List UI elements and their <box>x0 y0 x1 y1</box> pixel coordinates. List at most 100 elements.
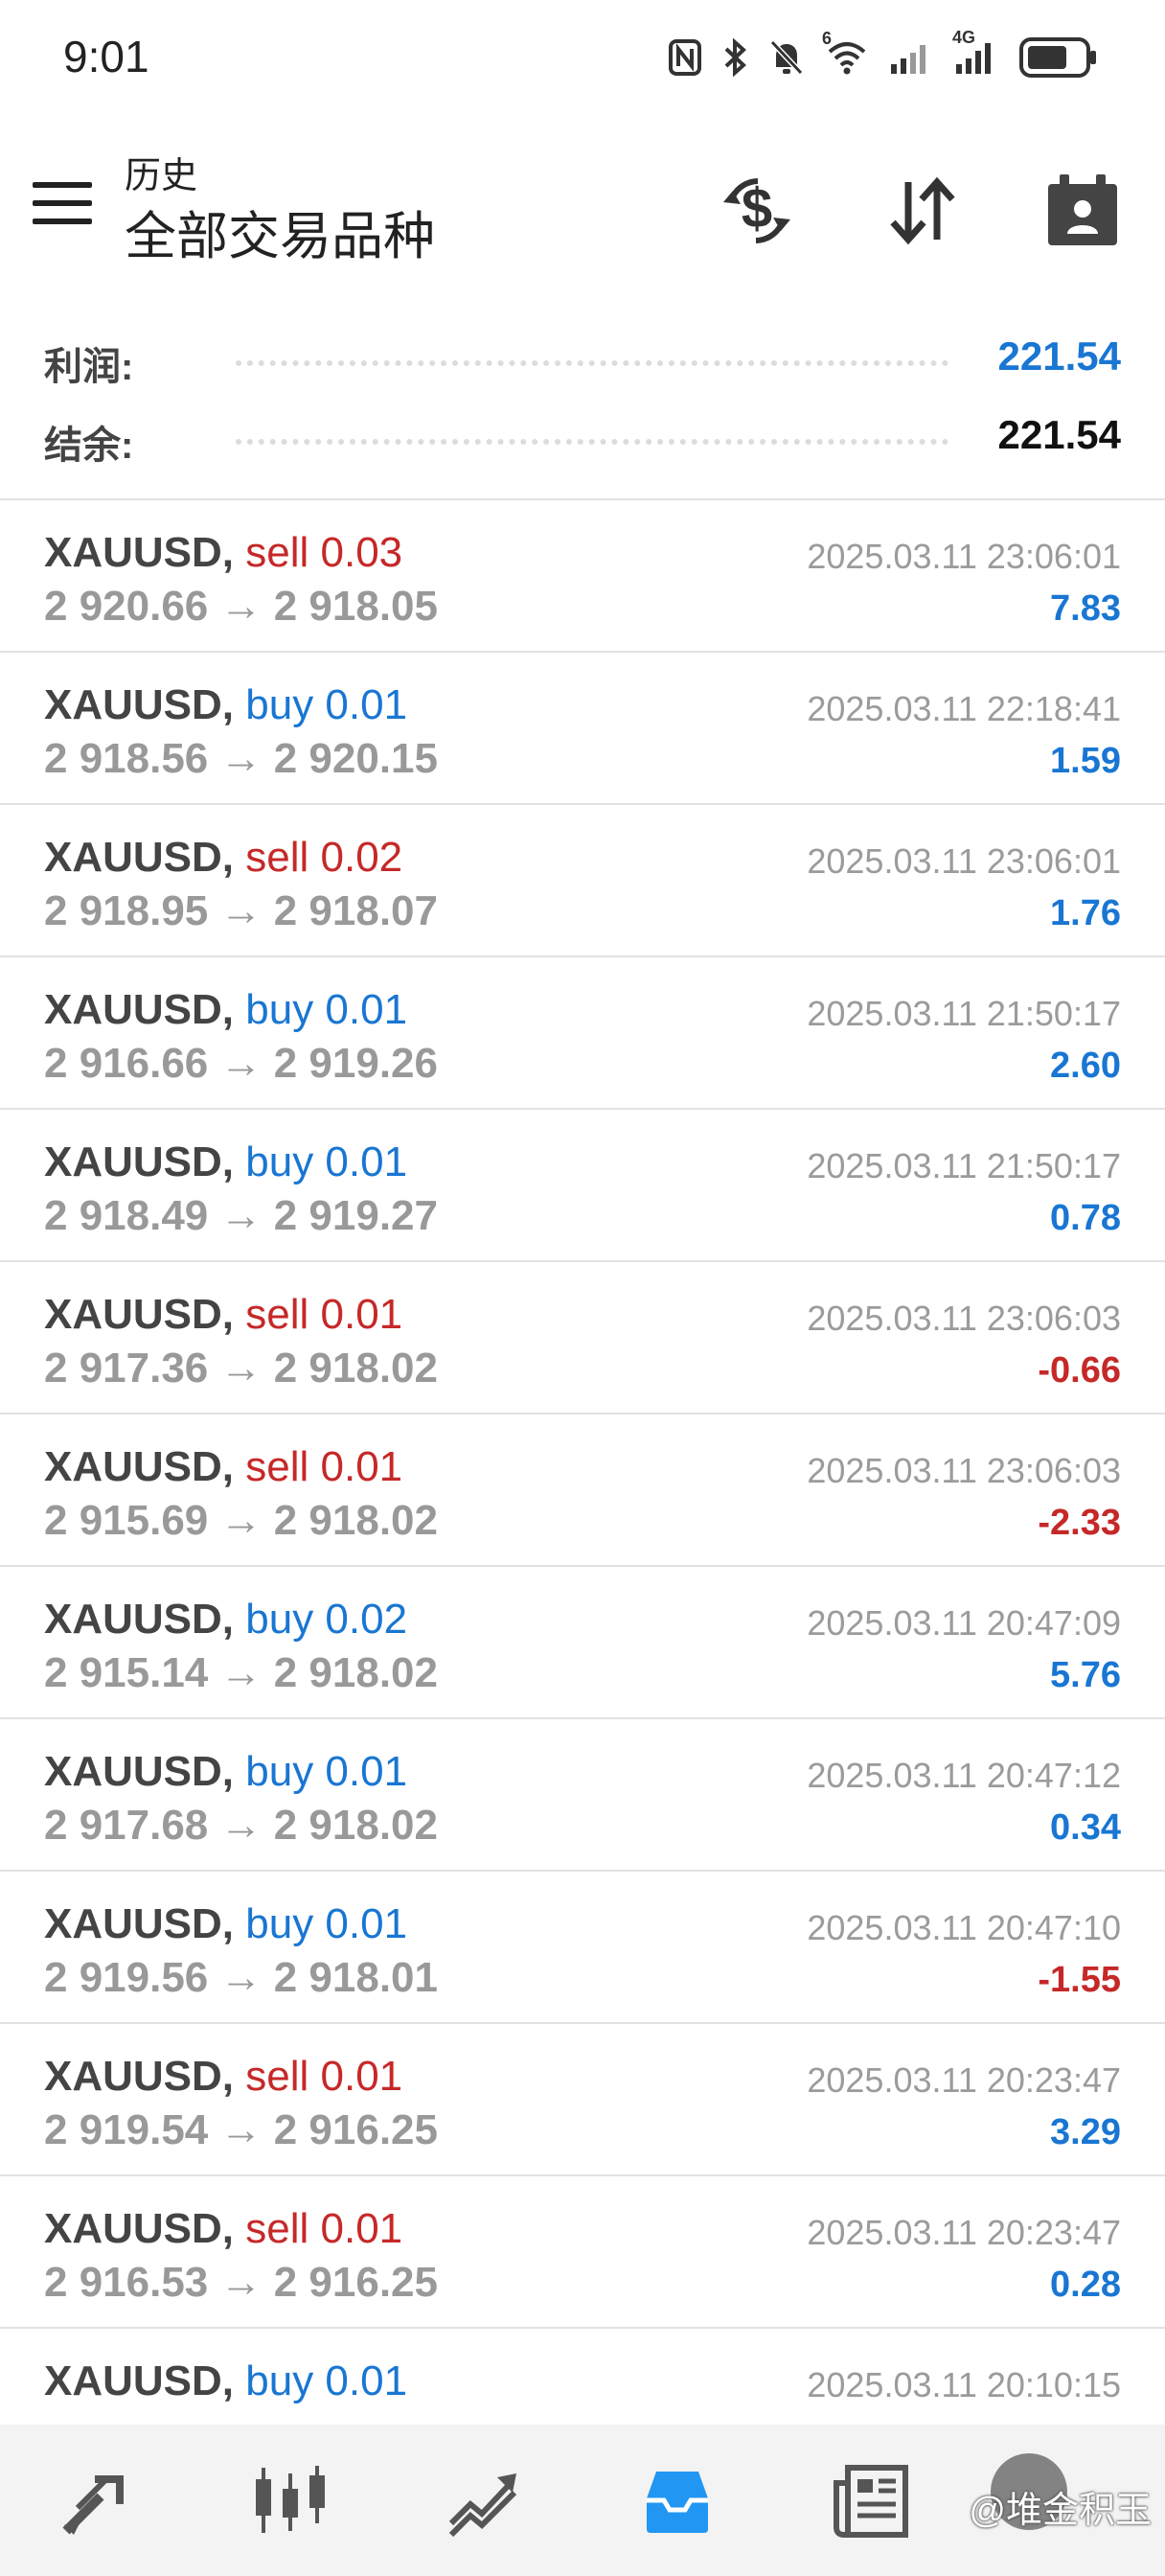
trade-profit: -2.33 <box>1038 1503 1121 1543</box>
trade-prices: 2 916.53 → 2 916.25 <box>44 2259 438 2306</box>
trade-symbol: XAUUSD, <box>44 2205 235 2252</box>
signal-icon <box>889 41 931 74</box>
trade-side: sell 0.01 <box>245 2053 403 2100</box>
status-bar: 9:01 6 4G <box>0 0 1165 115</box>
trade-time: 2025.03.11 21:50:17 <box>807 1146 1121 1185</box>
trade-row[interactable]: XAUUSD, sell 0.01 2 917.36 → 2 918.02 2025… <box>0 1262 1165 1414</box>
trade-symbol-line: XAUUSD, buy 0.01 <box>44 1138 407 1186</box>
trade-row[interactable]: XAUUSD, buy 0.01 2025.03.11 20:10:15 <box>0 2329 1165 2425</box>
trade-row[interactable]: XAUUSD, sell 0.02 2 918.95 → 2 918.07 2025… <box>0 805 1165 957</box>
trade-row[interactable]: XAUUSD, buy 0.01 2 917.68 → 2 918.02 2025.… <box>0 1719 1165 1872</box>
trade-symbol-line: XAUUSD, sell 0.01 <box>44 2053 402 2101</box>
trade-icon[interactable] <box>387 2443 581 2558</box>
trade-prices: 2 920.66 → 2 918.05 <box>44 583 438 630</box>
trade-time: 2025.03.11 20:23:47 <box>807 2060 1121 2100</box>
trade-symbol-line: XAUUSD, buy 0.02 <box>44 1596 407 1644</box>
trade-profit: 0.34 <box>1050 1807 1121 1848</box>
trade-prices: 2 919.56 → 2 918.01 <box>44 1954 438 2001</box>
trade-side: sell 0.01 <box>245 1291 403 1338</box>
trade-profit: -0.66 <box>1038 1350 1121 1391</box>
trade-time: 2025.03.11 23:06:01 <box>807 841 1121 881</box>
trade-time: 2025.03.11 22:18:41 <box>807 689 1121 728</box>
trade-symbol-line: XAUUSD, sell 0.02 <box>44 834 402 882</box>
network-label: 4G <box>952 28 976 47</box>
trade-symbol-line: XAUUSD, sell 0.01 <box>44 1443 402 1491</box>
nfc-icon <box>669 39 701 76</box>
trade-prices: 2 918.95 → 2 918.07 <box>44 887 438 934</box>
trade-side: sell 0.02 <box>245 834 403 881</box>
trade-prices: 2 917.36 → 2 918.02 <box>44 1345 438 1392</box>
trade-row[interactable]: XAUUSD, buy 0.02 2 915.14 → 2 918.02 2025.… <box>0 1567 1165 1719</box>
balance-value: 221.54 <box>997 412 1121 457</box>
trade-side: sell 0.01 <box>245 1443 403 1490</box>
trade-row[interactable]: XAUUSD, sell 0.01 2 919.54 → 2 916.25 2025… <box>0 2024 1165 2176</box>
chart-icon[interactable] <box>194 2443 387 2558</box>
trade-side: buy 0.01 <box>245 1138 408 1185</box>
trade-symbol: XAUUSD, <box>44 834 235 881</box>
menu-icon[interactable] <box>33 182 92 228</box>
trade-prices: 2 918.49 → 2 919.27 <box>44 1192 438 1239</box>
page-subtitle: 历史 <box>125 156 198 196</box>
trade-profit: 0.78 <box>1050 1198 1121 1238</box>
trade-row[interactable]: XAUUSD, buy 0.01 2 918.56 → 2 920.15 2025.… <box>0 653 1165 805</box>
trade-symbol-line: XAUUSD, sell 0.03 <box>44 529 402 577</box>
trade-row[interactable]: XAUUSD, sell 0.03 2 920.66 → 2 918.05 2025… <box>0 500 1165 653</box>
sort-icon[interactable] <box>874 163 970 259</box>
quotes-icon[interactable] <box>0 2443 194 2558</box>
trade-side: sell 0.03 <box>245 529 403 576</box>
trade-row[interactable]: XAUUSD, sell 0.01 2 915.69 → 2 918.02 2025… <box>0 1414 1165 1567</box>
profit-value: 221.54 <box>997 334 1121 379</box>
trade-symbol-line: XAUUSD, sell 0.01 <box>44 1291 402 1339</box>
trade-symbol: XAUUSD, <box>44 681 235 728</box>
trade-prices: 2 915.14 → 2 918.02 <box>44 1649 438 1696</box>
trade-row[interactable]: XAUUSD, buy 0.01 2 916.66 → 2 919.26 2025.… <box>0 957 1165 1110</box>
balance-row: 结余: 221.54 <box>44 406 1121 467</box>
status-icons: 6 4G <box>669 28 1098 80</box>
trade-row[interactable]: XAUUSD, buy 0.01 2 918.49 → 2 919.27 2025.… <box>0 1110 1165 1262</box>
toolbar: 历史 全部交易品种 $ <box>0 134 1165 278</box>
trade-symbol: XAUUSD, <box>44 2358 235 2404</box>
trade-prices: 2 919.54 → 2 916.25 <box>44 2106 438 2153</box>
trade-profit: 0.28 <box>1050 2265 1121 2305</box>
trade-time: 2025.03.11 20:10:15 <box>807 2365 1121 2404</box>
trade-time: 2025.03.11 23:06:03 <box>807 1451 1121 1490</box>
trade-row[interactable]: XAUUSD, sell 0.01 2 916.53 → 2 916.25 2025… <box>0 2176 1165 2329</box>
trade-time: 2025.03.11 20:23:47 <box>807 2213 1121 2252</box>
wifi-icon: 6 <box>822 29 868 75</box>
dotted-leader <box>236 360 948 366</box>
trade-symbol-line: XAUUSD, buy 0.01 <box>44 2358 407 2405</box>
trade-symbol: XAUUSD, <box>44 1138 235 1185</box>
trade-profit: 3.29 <box>1050 2112 1121 2152</box>
deposit-icon[interactable]: $ <box>709 163 805 259</box>
signal-4g-icon: 4G <box>952 28 998 74</box>
trade-symbol-line: XAUUSD, buy 0.01 <box>44 681 407 729</box>
trade-profit: 1.59 <box>1050 741 1121 781</box>
trade-symbol: XAUUSD, <box>44 1291 235 1338</box>
trade-time: 2025.03.11 21:50:17 <box>807 994 1121 1033</box>
calendar-icon[interactable] <box>1035 163 1131 259</box>
profit-row: 利润: 221.54 <box>44 328 1121 388</box>
trade-prices: 2 915.69 → 2 918.02 <box>44 1497 438 1544</box>
summary-panel: 利润: 221.54 结余: 221.54 <box>0 314 1165 500</box>
trade-side: buy 0.02 <box>245 1596 408 1643</box>
dotted-leader <box>236 439 948 445</box>
trade-prices: 2 917.68 → 2 918.02 <box>44 1802 438 1849</box>
trade-symbol-line: XAUUSD, buy 0.01 <box>44 986 407 1034</box>
status-time: 9:01 <box>63 32 149 81</box>
mute-icon <box>768 38 805 77</box>
trade-side: buy 0.01 <box>245 1900 408 1947</box>
trade-side: buy 0.01 <box>245 986 408 1033</box>
trade-time: 2025.03.11 20:47:10 <box>807 1908 1121 1947</box>
battery-icon <box>1019 37 1098 78</box>
bluetooth-icon <box>722 38 747 77</box>
page-title[interactable]: 全部交易品种 <box>125 194 435 269</box>
news-icon[interactable] <box>774 2443 968 2558</box>
trade-list[interactable]: XAUUSD, sell 0.03 2 920.66 → 2 918.05 2025… <box>0 500 1165 2425</box>
history-icon[interactable] <box>581 2443 774 2558</box>
trade-symbol: XAUUSD, <box>44 2053 235 2100</box>
trade-row[interactable]: XAUUSD, buy 0.01 2 919.56 → 2 918.01 2025.… <box>0 1872 1165 2024</box>
trade-profit: 7.83 <box>1050 588 1121 629</box>
trade-symbol: XAUUSD, <box>44 1900 235 1947</box>
wifi-label: 6 <box>822 29 833 48</box>
trade-symbol-line: XAUUSD, sell 0.01 <box>44 2205 402 2253</box>
